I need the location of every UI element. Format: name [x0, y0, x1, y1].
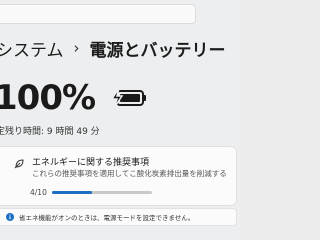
- battery-percent: 100%: [0, 78, 96, 118]
- battery-charging-icon: [110, 87, 147, 109]
- chevron-right-icon: ›: [73, 39, 80, 57]
- progress-bar-fill: [52, 191, 92, 194]
- card-title: エネルギーに関する推奨事項: [32, 158, 150, 168]
- card-description: これらの推奨事項を適用してこ酸化炭素排出量を削減する: [32, 169, 227, 178]
- info-icon: [6, 213, 14, 221]
- page-title: 電源とバッテリー: [89, 40, 226, 61]
- remaining-time-value: 9 時間 49 分: [46, 127, 100, 137]
- progress-count: 4/10: [30, 188, 47, 197]
- notice-text: 省エネ機能がオンのときは、電源モードを設定できません。: [19, 214, 195, 222]
- settings-window: システム › 電源とバッテリー 100% 定残り時間: 9 時間 49 分 エネ…: [0, 0, 240, 240]
- energy-saver-notice: 省エネ機能がオンのときは、電源モードを設定できません。: [0, 208, 237, 226]
- search-box[interactable]: [0, 4, 196, 24]
- progress-bar: [52, 191, 152, 194]
- remaining-time: 定残り時間: 9 時間 49 分: [0, 124, 100, 137]
- breadcrumb: システム › 電源とバッテリー: [0, 36, 226, 61]
- breadcrumb-system-link[interactable]: システム: [0, 36, 64, 61]
- energy-recommendations-card[interactable]: エネルギーに関する推奨事項 これらの推奨事項を適用してこ酸化炭素排出量を削減する…: [0, 146, 237, 206]
- remaining-time-label: 定残り時間:: [0, 127, 45, 137]
- leaf-icon: [14, 159, 24, 169]
- battery-status: 100%: [0, 78, 149, 118]
